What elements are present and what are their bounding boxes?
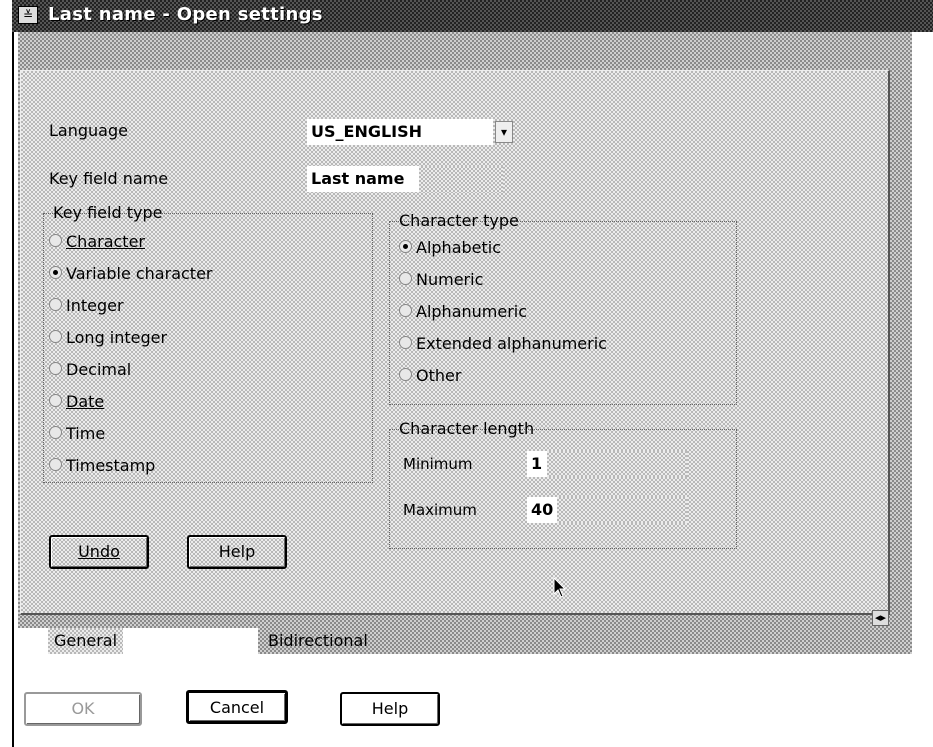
radio-character[interactable]: Character [49,231,145,253]
radio-dot-icon [399,368,412,381]
minimum-value: 1 [531,454,543,473]
radio-dot-icon [49,458,62,471]
page-scroll-arrows-icon[interactable]: ◂▸ [872,610,890,626]
notebook-page: Language US_ENGLISH ▾ Key field name Las… [20,70,890,615]
radio-dot-icon [49,330,62,343]
key-field-type-title: Key field type [53,203,163,222]
language-label: Language [49,121,128,140]
radio-dot-icon [49,234,62,247]
radio-time[interactable]: Time [49,423,105,445]
radio-numeric[interactable]: Numeric [399,269,483,291]
ok-button[interactable]: OK [24,692,142,726]
radio-dot-icon [49,362,62,375]
radio-alphabetic[interactable]: Alphabetic [399,237,501,259]
maximum-input[interactable]: 40 [527,497,687,523]
tab-bidirectional[interactable]: Bidirectional [258,628,912,654]
window-title: Last name - Open settings [48,4,323,25]
tab-general[interactable]: General [48,628,123,654]
radio-extended-alphanumeric[interactable]: Extended alphanumeric [399,333,607,355]
radio-dot-icon [49,266,62,279]
radio-integer[interactable]: Integer [49,295,124,317]
radio-dot-icon [399,272,412,285]
radio-alphanumeric[interactable]: Alphanumeric [399,301,527,323]
radio-dot-icon [399,240,412,253]
character-type-title: Character type [399,211,519,230]
key-field-name-value: Last name [311,169,405,188]
radio-timestamp[interactable]: Timestamp [49,455,155,477]
radio-long-integer[interactable]: Long integer [49,327,167,349]
radio-variable-character[interactable]: Variable character [49,263,212,285]
key-field-name-input[interactable]: Last name [307,166,503,192]
page-help-button[interactable]: Help [187,535,287,569]
system-menu-icon[interactable]: ≚ [18,6,38,24]
cancel-button[interactable]: Cancel [186,690,288,724]
dialog-help-button[interactable]: Help [340,692,440,726]
character-length-title: Character length [399,419,535,438]
minimum-label: Minimum [403,455,473,473]
maximum-label: Maximum [403,501,477,519]
radio-dot-icon [399,304,412,317]
language-value: US_ENGLISH [311,122,423,141]
mouse-pointer-icon [553,577,567,598]
undo-button[interactable]: Undo [49,535,149,569]
radio-dot-icon [49,394,62,407]
maximum-value: 40 [531,500,554,519]
language-combobox[interactable]: US_ENGLISH [307,119,493,145]
radio-dot-icon [49,298,62,311]
minimum-input[interactable]: 1 [527,451,687,477]
radio-other[interactable]: Other [399,365,461,387]
radio-decimal[interactable]: Decimal [49,359,131,381]
radio-dot-icon [49,426,62,439]
dropdown-arrow-icon[interactable]: ▾ [495,121,513,143]
key-field-name-label: Key field name [49,169,169,188]
character-length-group: Character length [389,419,737,549]
radio-date[interactable]: Date [49,391,104,413]
radio-dot-icon [399,336,412,349]
